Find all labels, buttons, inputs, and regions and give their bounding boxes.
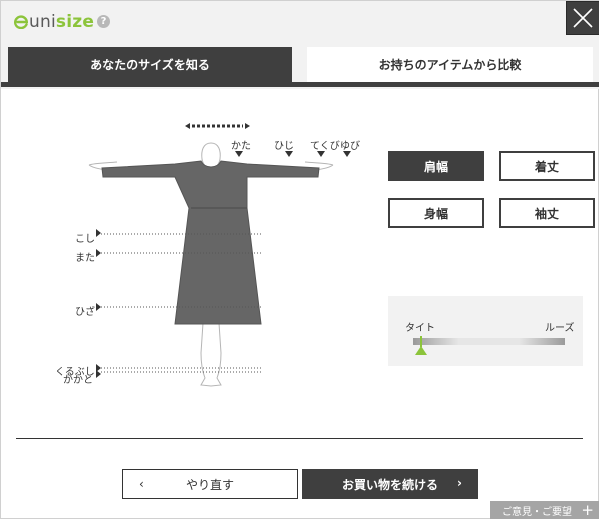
unisize-logo: unisize — [14, 10, 94, 34]
measure-button-body-width[interactable]: 身幅 — [388, 198, 484, 228]
close-icon — [573, 8, 593, 28]
fit-label-tight: タイト — [405, 323, 435, 334]
label-koshi: こし — [75, 233, 95, 245]
label-yubi: ゆび — [340, 140, 360, 152]
tab-bar: あなたのサイズを知る お持ちのアイテムから比較 — [1, 43, 599, 89]
unisize-widget: unisize ? あなたのサイズを知る お持ちのアイテムから比較 かた ひじ … — [0, 0, 599, 519]
measure-button-sleeve[interactable]: 袖丈 — [499, 198, 595, 228]
label-mata: また — [75, 252, 95, 264]
feedback-label: ご意見・ご要望 — [502, 507, 572, 518]
label-kata: かた — [231, 140, 251, 152]
tab-underline — [1, 82, 599, 87]
dress-shape — [101, 160, 320, 325]
continue-button-label: お買い物を続ける — [341, 477, 438, 492]
redo-button[interactable]: ‹ やり直す — [122, 469, 298, 499]
help-icon[interactable]: ? — [97, 15, 110, 28]
fit-slider-thumb[interactable] — [414, 346, 427, 355]
chevron-left-icon: ‹ — [139, 477, 144, 491]
measure-button-shoulder[interactable]: 肩幅 — [388, 151, 484, 181]
label-tekubi: てくび — [310, 140, 340, 152]
logo-text-size: size — [55, 12, 95, 32]
measure-button-length[interactable]: 着丈 — [499, 151, 595, 181]
fit-panel: タイト ルーズ — [388, 296, 583, 366]
header: unisize ? — [1, 1, 599, 43]
width-arrow-icon — [185, 123, 250, 129]
plus-icon: + — [581, 501, 594, 519]
redo-button-label: やり直す — [185, 477, 234, 492]
left-markers — [96, 229, 101, 378]
chevron-right-icon: › — [457, 476, 462, 490]
feedback-button[interactable]: ご意見・ご要望 + — [490, 501, 599, 519]
divider — [16, 438, 583, 439]
fit-slider-track[interactable] — [413, 338, 565, 345]
figure-drawing: かた ひじ てくび ゆび こし また ひざ くるぶし かかと — [55, 123, 360, 387]
fit-label-loose: ルーズ — [545, 323, 575, 334]
close-button[interactable] — [566, 1, 599, 35]
label-kakato: かかと — [63, 374, 93, 386]
logo-mark-icon — [14, 15, 28, 29]
continue-shopping-button[interactable]: お買い物を続ける › — [302, 469, 478, 499]
body-figure: かた ひじ てくび ゆび こし また ひざ くるぶし かかと — [51, 113, 371, 403]
label-hiji: ひじ — [274, 140, 294, 152]
label-hiza: ひざ — [75, 305, 95, 318]
tab-compare-items[interactable]: お持ちのアイテムから比較 — [307, 47, 593, 82]
tab-know-your-size[interactable]: あなたのサイズを知る — [8, 47, 292, 82]
logo-text-uni: uni — [29, 12, 56, 32]
